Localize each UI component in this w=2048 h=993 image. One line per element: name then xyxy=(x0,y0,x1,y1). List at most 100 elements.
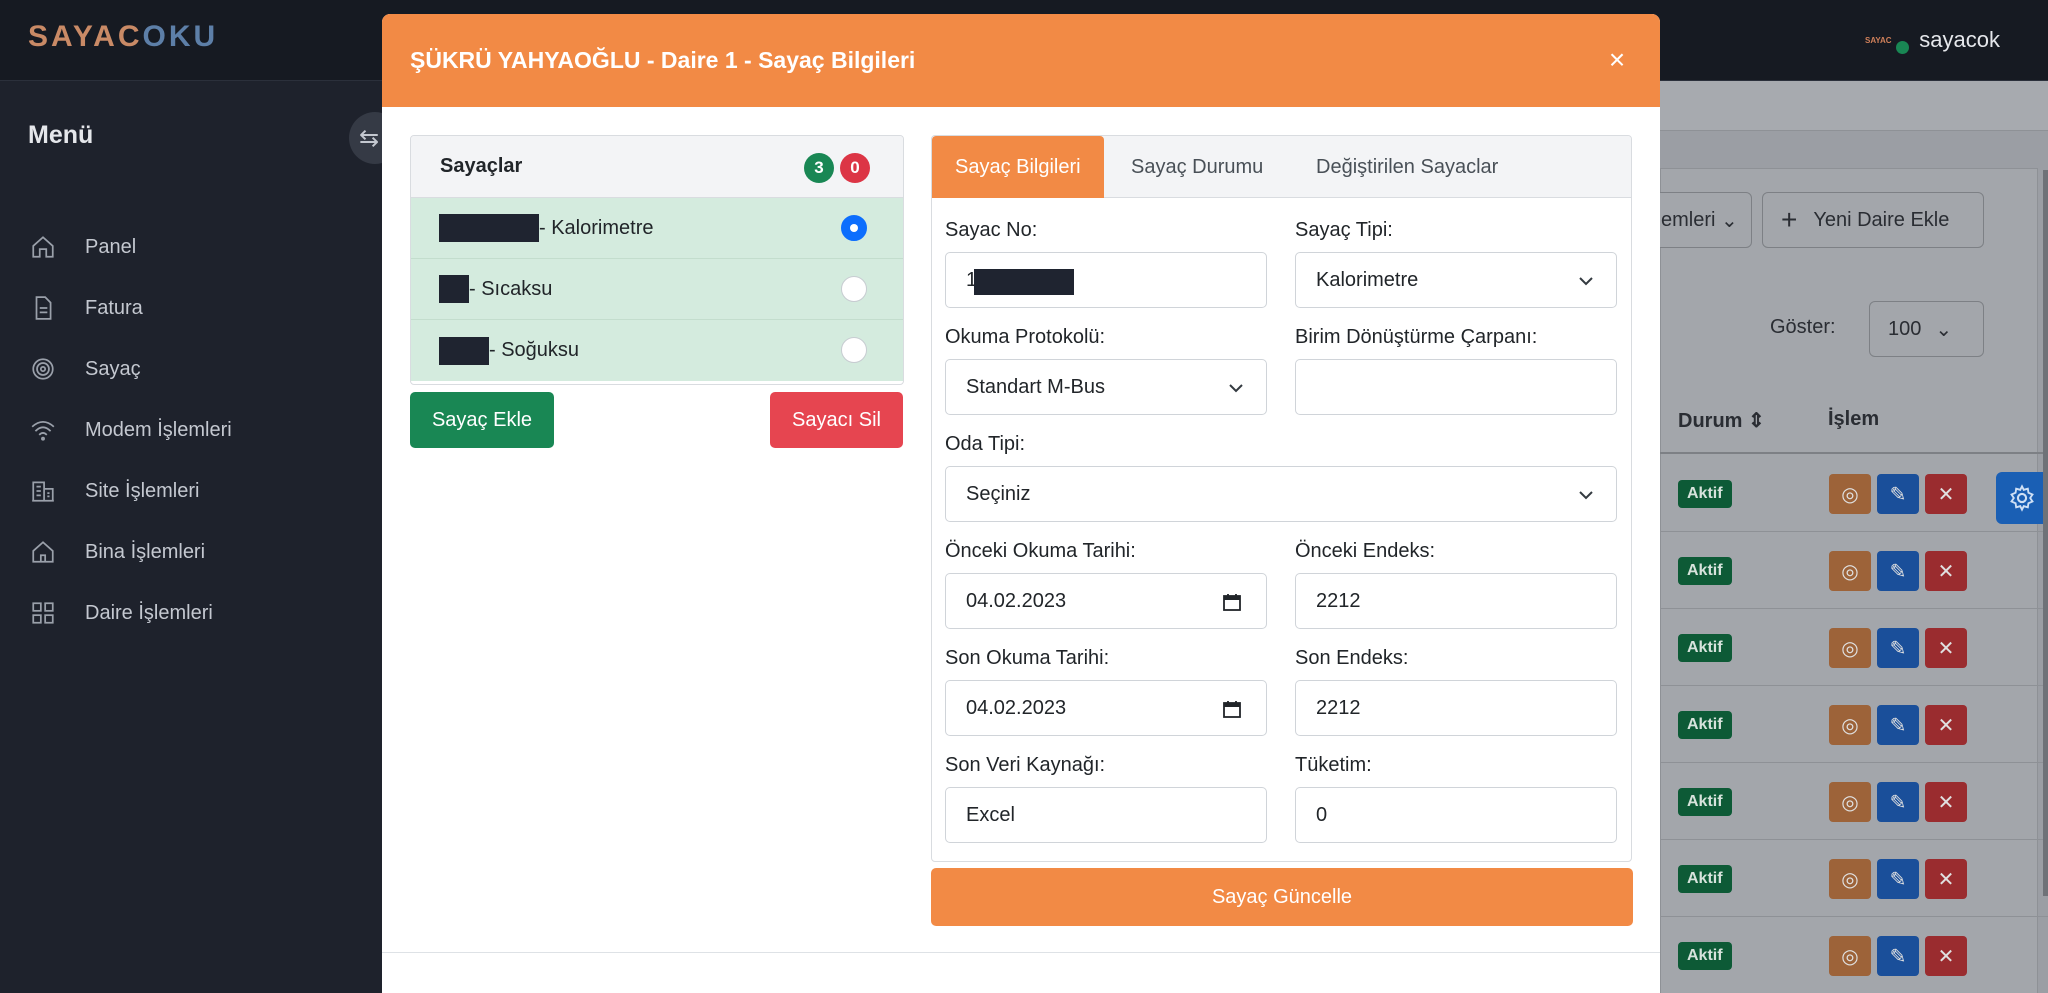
status-badge: Aktif xyxy=(1678,557,1732,585)
page-size-select[interactable]: 100 ⌄ xyxy=(1869,301,1984,357)
chevron-down-icon xyxy=(1579,491,1593,500)
sidebar-item-fatura[interactable]: Fatura xyxy=(28,288,143,328)
fingerprint-button[interactable]: ◎ xyxy=(1829,782,1871,822)
sidebar-item-sayac[interactable]: Sayaç xyxy=(28,349,141,389)
consumption-label: Tüketim: xyxy=(1295,754,1372,776)
app-logo[interactable]: SAYACOKU xyxy=(28,20,218,54)
delete-button[interactable]: ✕ xyxy=(1925,628,1967,668)
tab-degistirilen-sayaclar[interactable]: Değiştirilen Sayaclar xyxy=(1293,136,1521,198)
house-icon xyxy=(28,537,58,567)
edit-button[interactable]: ✎ xyxy=(1877,705,1919,745)
meter-radio[interactable] xyxy=(841,215,867,241)
meter-no-field[interactable]: 1 xyxy=(945,252,1267,308)
sidebar-item-bina[interactable]: Bina İşlemleri xyxy=(28,532,205,572)
delete-button[interactable]: ✕ xyxy=(1925,936,1967,976)
delete-meter-button[interactable]: Sayacı Sil xyxy=(770,392,903,448)
calendar-icon[interactable] xyxy=(1222,592,1242,612)
edit-button[interactable]: ✎ xyxy=(1877,936,1919,976)
source-field[interactable]: Excel xyxy=(945,787,1267,843)
column-header-islem: İşlem xyxy=(1828,408,1880,430)
document-icon xyxy=(28,293,58,323)
room-type-select[interactable]: Seçiniz xyxy=(945,466,1617,522)
add-apartment-button[interactable]: + Yeni Daire Ekle xyxy=(1762,192,1984,248)
active-count-badge: 3 xyxy=(804,153,834,183)
delete-button[interactable]: ✕ xyxy=(1925,551,1967,591)
meter-radio[interactable] xyxy=(841,337,867,363)
sidebar-item-daire[interactable]: Daire İşlemleri xyxy=(28,593,213,633)
user-menu[interactable]: sayacok xyxy=(1919,27,2000,53)
wifi-icon xyxy=(28,415,58,445)
content-header xyxy=(1660,81,2048,131)
table-row: Aktif ◎ ✎ ✕ xyxy=(1660,686,2048,763)
sidebar-item-label: Modem İşlemleri xyxy=(85,418,232,441)
gear-icon xyxy=(2010,484,2034,512)
prev-index-field[interactable]: 2212 xyxy=(1295,573,1617,629)
edit-button[interactable]: ✎ xyxy=(1877,474,1919,514)
fingerprint-icon xyxy=(28,354,58,384)
sidebar-item-modem[interactable]: Modem İşlemleri xyxy=(28,410,232,450)
status-badge: Aktif xyxy=(1678,480,1732,508)
update-meter-button[interactable]: Sayaç Güncelle xyxy=(931,868,1633,926)
fingerprint-button[interactable]: ◎ xyxy=(1829,936,1871,976)
list-item[interactable]: - Sıcaksu xyxy=(411,259,903,320)
sidebar-item-label: Sayaç xyxy=(85,357,141,380)
delete-button[interactable]: ✕ xyxy=(1925,474,1967,514)
prev-index-label: Önceki Endeks: xyxy=(1295,540,1436,562)
calendar-icon[interactable] xyxy=(1222,699,1242,719)
redacted-block xyxy=(439,214,539,242)
last-index-field[interactable]: 2212 xyxy=(1295,680,1617,736)
modal-title: ŞÜKRÜ YAHYAOĞLU - Daire 1 - Sayaç Bilgil… xyxy=(410,47,916,73)
redacted-block xyxy=(439,275,469,303)
column-header-durum[interactable]: Durum ⇕ xyxy=(1678,408,1765,433)
edit-button[interactable]: ✎ xyxy=(1877,782,1919,822)
multiplier-field[interactable] xyxy=(1295,359,1617,415)
delete-button[interactable]: ✕ xyxy=(1925,782,1967,822)
protocol-select[interactable]: Standart M-Bus xyxy=(945,359,1267,415)
settings-gear-button[interactable] xyxy=(1996,472,2048,524)
meter-type-label: Sayaç Tipi: xyxy=(1295,219,1393,241)
sidebar-item-panel[interactable]: Panel xyxy=(28,227,136,267)
status-badge: Aktif xyxy=(1678,711,1732,739)
list-item[interactable]: - Soğuksu xyxy=(411,320,903,381)
plus-icon: + xyxy=(1781,204,1798,235)
edit-button[interactable]: ✎ xyxy=(1877,628,1919,668)
delete-button[interactable]: ✕ xyxy=(1925,705,1967,745)
passive-count-badge: 0 xyxy=(840,153,870,183)
tab-sayac-durumu[interactable]: Sayaç Durumu xyxy=(1108,136,1286,198)
menu-title: Menü xyxy=(28,121,94,149)
fingerprint-button[interactable]: ◎ xyxy=(1829,705,1871,745)
fingerprint-button[interactable]: ◎ xyxy=(1829,859,1871,899)
protocol-label: Okuma Protokolü: xyxy=(945,326,1106,348)
buildings-icon xyxy=(28,476,58,506)
consumption-field[interactable]: 0 xyxy=(1295,787,1617,843)
delete-button[interactable]: ✕ xyxy=(1925,859,1967,899)
tab-sayac-bilgileri[interactable]: Sayaç Bilgileri xyxy=(932,136,1104,198)
edit-button[interactable]: ✎ xyxy=(1877,551,1919,591)
redacted-block xyxy=(974,269,1074,295)
sidebar: Menü ⇆ Panel Fatura Sayaç Modem İşlemler… xyxy=(0,81,401,993)
fingerprint-button[interactable]: ◎ xyxy=(1829,474,1871,514)
last-index-label: Son Endeks: xyxy=(1295,647,1409,669)
status-badge: Aktif xyxy=(1678,942,1732,970)
meter-type-select[interactable]: Kalorimetre xyxy=(1295,252,1617,308)
prev-date-field[interactable]: 04.02.2023 xyxy=(945,573,1267,629)
last-date-label: Son Okuma Tarihi: xyxy=(945,647,1110,669)
meter-radio[interactable] xyxy=(841,276,867,302)
close-icon[interactable]: × xyxy=(1602,46,1632,76)
status-badge: Aktif xyxy=(1678,634,1732,662)
page-scrollbar[interactable] xyxy=(2043,170,2048,896)
fingerprint-button[interactable]: ◎ xyxy=(1829,551,1871,591)
add-meter-button[interactable]: Sayaç Ekle xyxy=(410,392,554,448)
edit-button[interactable]: ✎ xyxy=(1877,859,1919,899)
sidebar-item-label: Site İşlemleri xyxy=(85,479,200,502)
last-date-field[interactable]: 04.02.2023 xyxy=(945,680,1267,736)
fingerprint-button[interactable]: ◎ xyxy=(1829,628,1871,668)
chevron-down-icon xyxy=(1579,277,1593,286)
list-item[interactable]: - Kalorimetre xyxy=(411,198,903,259)
table-row: Aktif ◎ ✎ ✕ xyxy=(1660,917,2048,993)
table-row: Aktif ◎ ✎ ✕ xyxy=(1660,532,2048,609)
sidebar-item-label: Fatura xyxy=(85,296,143,319)
table-row: Aktif ◎ ✎ ✕ xyxy=(1660,455,2048,532)
sidebar-item-site[interactable]: Site İşlemleri xyxy=(28,471,199,511)
table-row: Aktif ◎ ✎ ✕ xyxy=(1660,763,2048,840)
